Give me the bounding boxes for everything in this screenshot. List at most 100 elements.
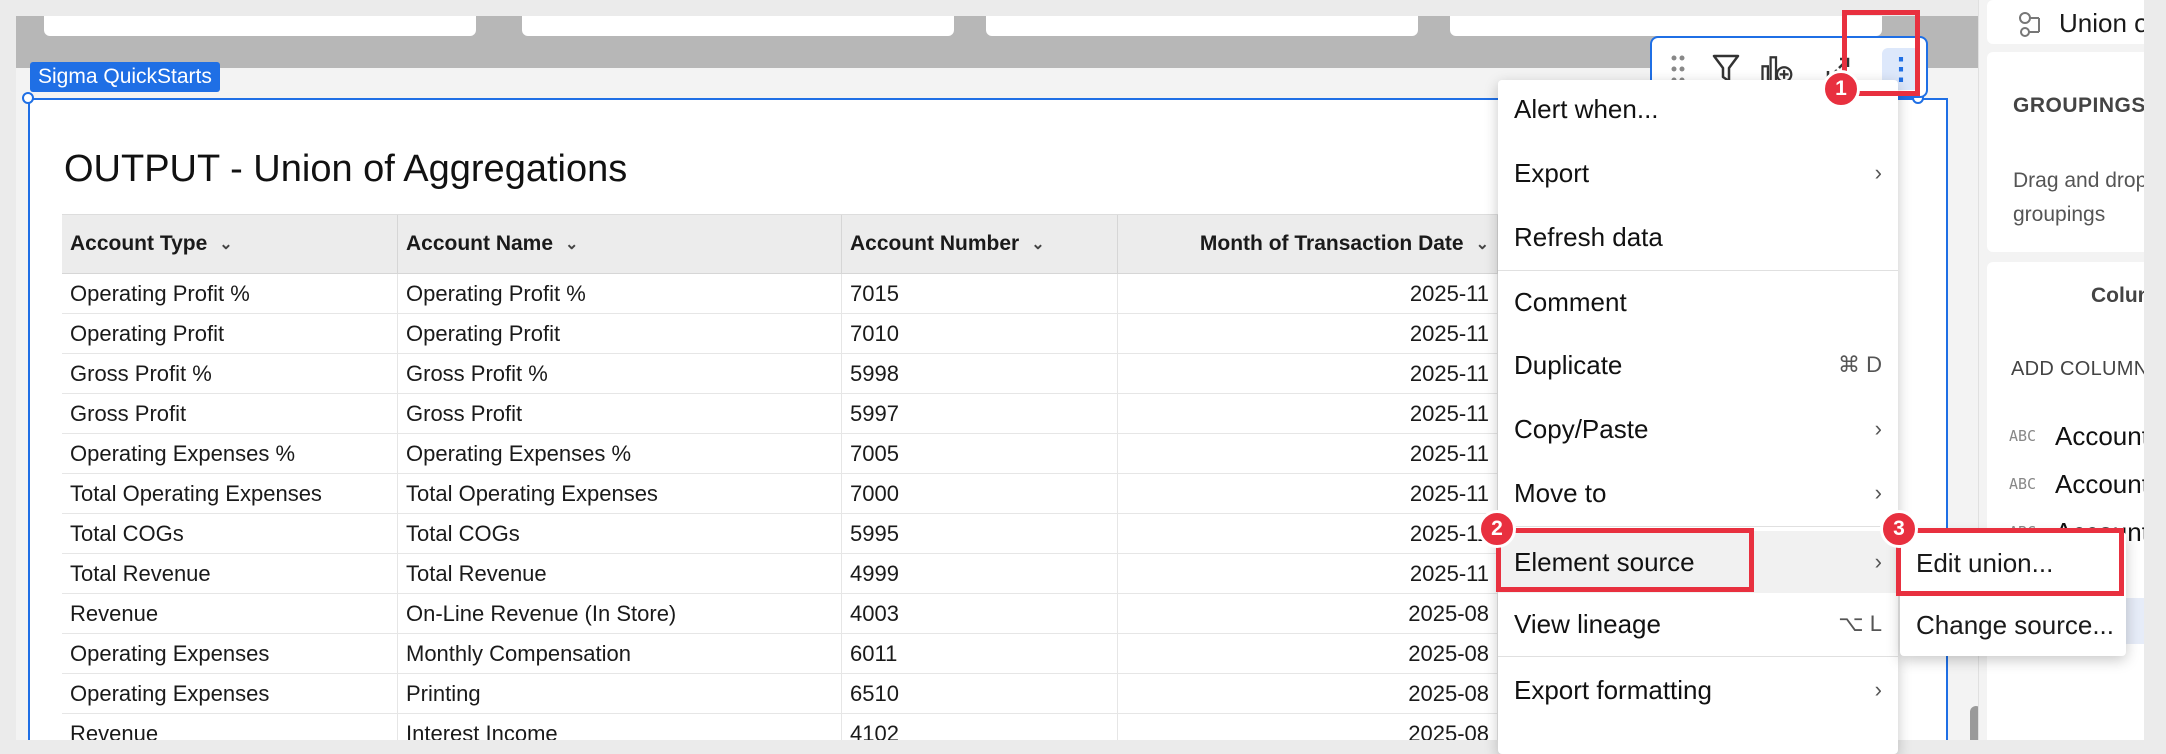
table-cell[interactable]: Total Revenue bbox=[398, 554, 842, 593]
column-header-account-name[interactable]: Account Name ⌄ bbox=[398, 215, 842, 273]
table-cell[interactable]: 2025-11 bbox=[1118, 354, 1498, 393]
table-cell[interactable]: Printing bbox=[398, 674, 842, 713]
table-cell[interactable]: 4003 bbox=[842, 594, 1118, 633]
table-cell[interactable]: Monthly Compensation bbox=[398, 634, 842, 673]
columns-card: Colun ADD COLUMN bbox=[1987, 262, 2145, 754]
shortcut-hint: ⌥ L bbox=[1838, 611, 1882, 636]
menu-divider bbox=[1498, 526, 1898, 527]
field-name: Account bbox=[2055, 468, 2149, 499]
source-card: Union o bbox=[1987, 0, 2145, 44]
annotation-badge: 1 bbox=[1822, 70, 1860, 108]
table-cell[interactable]: 7010 bbox=[842, 314, 1118, 353]
table-cell[interactable]: 6011 bbox=[842, 634, 1118, 673]
union-icon bbox=[2019, 11, 2040, 37]
table-cell[interactable]: Operating Profit bbox=[62, 314, 398, 353]
annotation-badge: 3 bbox=[1880, 510, 1918, 548]
chevron-down-icon[interactable]: ⌄ bbox=[1031, 234, 1044, 254]
table-cell[interactable]: 2025-11 bbox=[1118, 434, 1498, 473]
menu-item-export[interactable]: Export › bbox=[1498, 144, 1898, 202]
table-cell[interactable]: 2025-08 bbox=[1118, 714, 1498, 740]
chevron-down-icon[interactable]: ⌄ bbox=[565, 234, 578, 254]
vertical-scrollbar[interactable] bbox=[1970, 706, 1978, 740]
table-cell[interactable]: 2025-11 bbox=[1118, 314, 1498, 353]
menu-item-element-source[interactable]: Element source › bbox=[1498, 531, 1898, 593]
table-cell[interactable]: Operating Expenses bbox=[62, 634, 398, 673]
source-name: Union o bbox=[2059, 8, 2145, 38]
menu-item-change-source[interactable]: Change source... bbox=[1900, 596, 2126, 654]
table-cell[interactable]: 2025-11 bbox=[1118, 274, 1498, 313]
table-cell[interactable]: Revenue bbox=[62, 714, 398, 740]
table-cell[interactable]: 2025-11 bbox=[1118, 554, 1498, 593]
table-cell[interactable]: Revenue bbox=[62, 594, 398, 633]
kpi-card[interactable] bbox=[522, 16, 954, 36]
table-cell[interactable]: Operating Profit % bbox=[62, 274, 398, 313]
table-cell[interactable]: Gross Profit bbox=[398, 394, 842, 433]
column-header-account-number[interactable]: Account Number ⌄ bbox=[842, 215, 1118, 273]
kpi-card[interactable] bbox=[986, 16, 1418, 36]
table-cell[interactable]: 5997 bbox=[842, 394, 1118, 433]
menu-item-export-formatting[interactable]: Export formatting › bbox=[1498, 661, 1898, 719]
table-cell[interactable]: Total Revenue bbox=[62, 554, 398, 593]
table-cell[interactable]: Total Operating Expenses bbox=[398, 474, 842, 513]
table-cell[interactable]: 2025-08 bbox=[1118, 634, 1498, 673]
menu-item-label: Move to bbox=[1514, 477, 1607, 508]
table-cell[interactable]: Interest Income bbox=[398, 714, 842, 740]
table-cell[interactable]: 2025-11 bbox=[1118, 394, 1498, 433]
table-cell[interactable]: 5998 bbox=[842, 354, 1118, 393]
table-cell[interactable]: 7005 bbox=[842, 434, 1118, 473]
table-cell[interactable]: Gross Profit % bbox=[62, 354, 398, 393]
chevron-down-icon[interactable]: ⌄ bbox=[219, 234, 232, 254]
table-cell[interactable]: 4102 bbox=[842, 714, 1118, 740]
menu-item-copy-paste[interactable]: Copy/Paste › bbox=[1498, 400, 1898, 458]
table-cell[interactable]: Total COGs bbox=[62, 514, 398, 553]
table-cell[interactable]: 2025-11 bbox=[1118, 474, 1498, 513]
menu-item-refresh-data[interactable]: Refresh data bbox=[1498, 208, 1898, 266]
menu-item-duplicate[interactable]: Duplicate ⌘ D bbox=[1498, 336, 1898, 394]
add-column-label[interactable]: ADD COLUMN bbox=[2011, 358, 2145, 381]
menu-item-move-to[interactable]: Move to › bbox=[1498, 464, 1898, 522]
menu-item-label: Element source bbox=[1514, 546, 1695, 577]
kpi-card[interactable] bbox=[1450, 16, 1882, 36]
table-cell[interactable]: Operating Expenses % bbox=[62, 434, 398, 473]
table-cell[interactable]: 5995 bbox=[842, 514, 1118, 553]
page-badge: Sigma QuickStarts bbox=[30, 62, 220, 92]
field-item[interactable]: ABC Account bbox=[2009, 416, 2149, 456]
table-cell[interactable]: Operating Profit % bbox=[398, 274, 842, 313]
table-cell[interactable]: 2025-08 bbox=[1118, 594, 1498, 633]
table-cell[interactable]: Gross Profit bbox=[62, 394, 398, 433]
chevron-right-icon: › bbox=[1874, 160, 1882, 185]
table-cell[interactable]: Total Operating Expenses bbox=[62, 474, 398, 513]
chevron-down-icon[interactable]: ⌄ bbox=[1476, 234, 1489, 254]
column-header-month[interactable]: Month of Transaction Date ⌄ bbox=[1118, 215, 1498, 273]
menu-divider bbox=[1498, 656, 1898, 657]
annotation-badge: 2 bbox=[1478, 510, 1516, 548]
kpi-card[interactable] bbox=[44, 16, 476, 36]
menu-item-comment[interactable]: Comment bbox=[1498, 273, 1898, 331]
table-cell[interactable]: Operating Profit bbox=[398, 314, 842, 353]
chevron-right-icon: › bbox=[1874, 416, 1882, 441]
table-cell[interactable]: 7000 bbox=[842, 474, 1118, 513]
source-item[interactable]: Union o bbox=[2017, 8, 2145, 39]
field-item[interactable]: ABC Account bbox=[2009, 464, 2149, 504]
table-cell[interactable]: On-Line Revenue (In Store) bbox=[398, 594, 842, 633]
table-cell[interactable]: 2025-11 bbox=[1118, 514, 1498, 553]
column-header-account-type[interactable]: Account Type ⌄ bbox=[62, 215, 398, 273]
menu-item-edit-union[interactable]: Edit union... bbox=[1900, 534, 2126, 592]
groupings-heading: GROUPINGS bbox=[2013, 94, 2145, 117]
table-cell[interactable]: 7015 bbox=[842, 274, 1118, 313]
column-header-label: Month of Transaction Date bbox=[1199, 232, 1464, 255]
table-cell[interactable]: Gross Profit % bbox=[398, 354, 842, 393]
table-cell[interactable]: Operating Expenses bbox=[62, 674, 398, 713]
menu-item-label: View lineage bbox=[1514, 608, 1661, 639]
table-cell[interactable]: Total COGs bbox=[398, 514, 842, 553]
table-cell[interactable]: 6510 bbox=[842, 674, 1118, 713]
menu-item-view-lineage[interactable]: View lineage ⌥ L bbox=[1498, 595, 1898, 653]
columns-heading[interactable]: Colun bbox=[2091, 284, 2145, 308]
table-cell[interactable]: Operating Expenses % bbox=[398, 434, 842, 473]
resize-handle[interactable] bbox=[22, 92, 34, 104]
table-cell[interactable]: 2025-08 bbox=[1118, 674, 1498, 713]
groupings-card: GROUPINGS Drag and drop groupings bbox=[1987, 52, 2145, 252]
element-menu: Alert when... Export › Refresh data Comm… bbox=[1498, 80, 1898, 754]
table-cell[interactable]: 4999 bbox=[842, 554, 1118, 593]
column-header-label: Account Type bbox=[70, 232, 208, 255]
